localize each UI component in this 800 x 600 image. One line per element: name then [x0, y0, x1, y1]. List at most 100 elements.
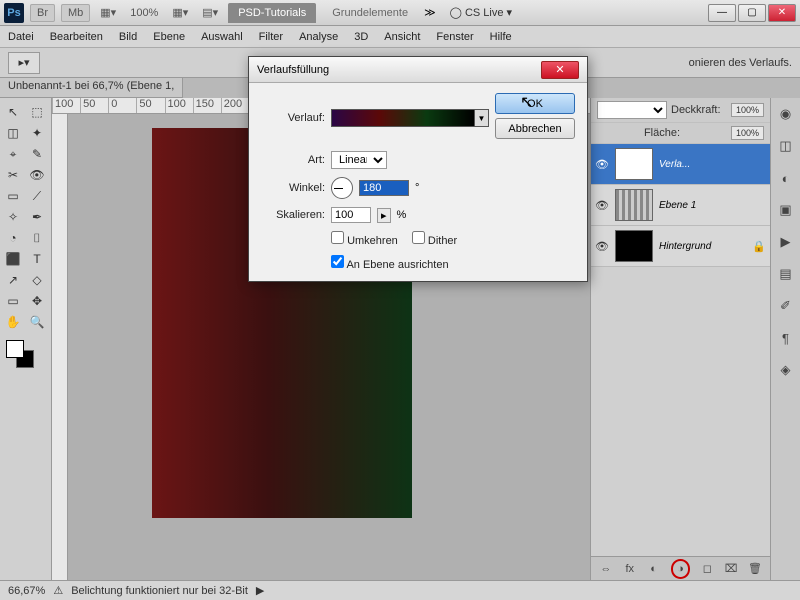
minibridge-button[interactable]: Mb: [61, 4, 90, 22]
cancel-button[interactable]: Abbrechen: [495, 118, 575, 139]
marquee-tool[interactable]: ⬚: [26, 102, 48, 122]
visibility-icon[interactable]: 👁: [595, 158, 609, 171]
layer-hintergrund[interactable]: 👁 Hintergrund 🔒: [591, 226, 770, 267]
layers-list: 👁 Verla... 👁 Ebene 1 👁 Hintergrund 🔒: [591, 144, 770, 556]
arrange[interactable]: ▤▾: [198, 4, 222, 21]
layer-ebene1[interactable]: 👁 Ebene 1: [591, 185, 770, 226]
reverse-checkbox[interactable]: Umkehren: [331, 231, 398, 247]
layers-panel: Deckkraft: 100% Fläche: 100% 👁 Verla... …: [590, 98, 770, 580]
scale-stepper[interactable]: ▸: [377, 208, 391, 223]
workspace-tab[interactable]: Grundelemente: [322, 3, 418, 23]
workspace-tab-active[interactable]: PSD-Tutorials: [228, 3, 316, 23]
link-icon[interactable]: ⇔: [599, 563, 613, 575]
eraser-tool[interactable]: ✧: [2, 207, 24, 227]
masks-panel-icon[interactable]: ▣: [776, 200, 796, 220]
group-icon[interactable]: ◻: [700, 562, 714, 575]
angle-dial[interactable]: [331, 177, 353, 199]
app-logo: Ps: [4, 3, 24, 23]
gradient-preview[interactable]: [331, 109, 475, 127]
layer-thumb[interactable]: [615, 189, 653, 221]
stamp-tool[interactable]: ▭: [2, 186, 24, 206]
screen-mode[interactable]: ▦▾: [168, 4, 192, 21]
dialog-close-button[interactable]: ✕: [541, 61, 579, 79]
adjustment-layer-icon[interactable]: ◑: [671, 559, 691, 579]
status-zoom[interactable]: 66,67%: [8, 585, 45, 597]
angle-input[interactable]: [359, 180, 409, 196]
menu-bearbeiten[interactable]: Bearbeiten: [50, 31, 103, 43]
mask-icon[interactable]: ◐: [647, 563, 661, 575]
crop-tool[interactable]: ⌖: [2, 144, 24, 164]
visibility-icon[interactable]: 👁: [595, 199, 609, 212]
path-tool[interactable]: ↗: [2, 270, 24, 290]
paragraph-panel-icon[interactable]: ¶: [776, 328, 796, 348]
menu-hilfe[interactable]: Hilfe: [490, 31, 512, 43]
menu-auswahl[interactable]: Auswahl: [201, 31, 243, 43]
wand-tool[interactable]: ✦: [26, 123, 48, 143]
maximize-button[interactable]: ▢: [738, 4, 766, 22]
type-tool[interactable]: T: [26, 249, 48, 269]
scale-input[interactable]: [331, 207, 371, 223]
opacity-value[interactable]: 100%: [731, 103, 764, 117]
move-tool[interactable]: ↖: [2, 102, 24, 122]
hand-tool[interactable]: ✋: [2, 312, 24, 332]
3d-tool[interactable]: ▭: [2, 291, 24, 311]
fill-value[interactable]: 100%: [731, 126, 764, 140]
menu-filter[interactable]: Filter: [259, 31, 283, 43]
bridge-button[interactable]: Br: [30, 4, 55, 22]
fx-icon[interactable]: fx: [623, 563, 637, 575]
layer-thumb[interactable]: [615, 230, 653, 262]
blur-tool[interactable]: ◔: [2, 228, 24, 248]
minimize-button[interactable]: —: [708, 4, 736, 22]
zoom-tool[interactable]: 🔍: [26, 312, 48, 332]
3d-camera-tool[interactable]: ✥: [26, 291, 48, 311]
lasso-tool[interactable]: ◫: [2, 123, 24, 143]
actions-panel-icon[interactable]: ▤: [776, 264, 796, 284]
shape-tool[interactable]: ◇: [26, 270, 48, 290]
trash-icon[interactable]: 🗑: [748, 562, 762, 575]
more-icon[interactable]: ≫: [424, 6, 436, 19]
menu-ansicht[interactable]: Ansicht: [384, 31, 420, 43]
foreground-color[interactable]: [6, 340, 24, 358]
adjustments-panel-icon[interactable]: ◐: [776, 168, 796, 188]
layer-name: Ebene 1: [659, 200, 696, 211]
view-options[interactable]: ▦▾: [96, 4, 120, 21]
document-tab[interactable]: Unbenannt-1 bei 66,7% (Ebene 1,: [0, 78, 183, 98]
zoom-level[interactable]: 100%: [126, 5, 162, 21]
swatches-panel-icon[interactable]: ◫: [776, 136, 796, 156]
brush-tool[interactable]: 👁: [26, 165, 48, 185]
tool-preset[interactable]: ▸▾: [8, 52, 40, 74]
art-select[interactable]: Linear: [331, 151, 387, 169]
fill-label: Fläche:: [644, 127, 680, 139]
color-panel-icon[interactable]: ◉: [776, 104, 796, 124]
new-layer-icon[interactable]: ⌧: [724, 562, 738, 575]
dither-checkbox[interactable]: Dither: [412, 231, 457, 247]
history-panel-icon[interactable]: ▶: [776, 232, 796, 252]
gradient-tool[interactable]: ✒: [26, 207, 48, 227]
menu-analyse[interactable]: Analyse: [299, 31, 338, 43]
panel-dock: ◉ ◫ ◐ ▣ ▶ ▤ ✐ ¶ ◈: [770, 98, 800, 580]
menu-3d[interactable]: 3D: [354, 31, 368, 43]
ok-button[interactable]: OK: [495, 93, 575, 114]
history-brush-tool[interactable]: ⟋: [26, 186, 48, 206]
heal-tool[interactable]: ✂: [2, 165, 24, 185]
cslive-button[interactable]: ◯ CS Live ▾: [450, 6, 512, 19]
menu-datei[interactable]: Datei: [8, 31, 34, 43]
layer-gradient-fill[interactable]: 👁 Verla...: [591, 144, 770, 185]
color-swatches[interactable]: [2, 338, 49, 370]
brush-panel-icon[interactable]: ✐: [776, 296, 796, 316]
pen-tool[interactable]: ⬛: [2, 249, 24, 269]
eyedropper-tool[interactable]: ✎: [26, 144, 48, 164]
layer-thumb[interactable]: [615, 148, 653, 180]
close-button[interactable]: ✕: [768, 4, 796, 22]
dialog-titlebar[interactable]: Verlaufsfüllung ✕: [249, 57, 587, 83]
menu-ebene[interactable]: Ebene: [153, 31, 185, 43]
menu-fenster[interactable]: Fenster: [436, 31, 473, 43]
gradient-dropdown[interactable]: ▼: [475, 109, 489, 127]
dodge-tool[interactable]: ⌷: [26, 228, 48, 248]
align-checkbox[interactable]: An Ebene ausrichten: [331, 255, 449, 271]
visibility-icon[interactable]: 👁: [595, 240, 609, 253]
blend-mode-select[interactable]: [597, 101, 667, 119]
menu-bild[interactable]: Bild: [119, 31, 137, 43]
status-arrow-icon[interactable]: ▶: [256, 584, 264, 597]
layers-panel-icon[interactable]: ◈: [776, 360, 796, 380]
